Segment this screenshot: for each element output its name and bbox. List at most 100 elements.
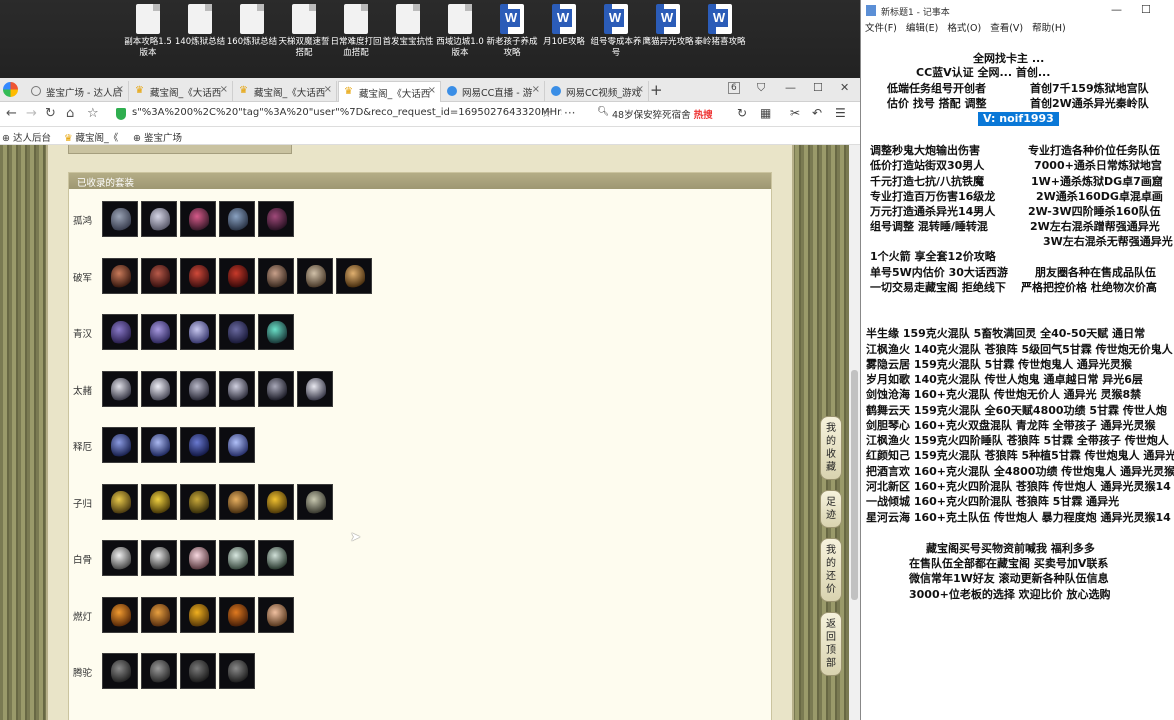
desktop-icon[interactable]: 组号零成本养号 [590, 4, 642, 59]
equipment-item-icon[interactable] [258, 483, 294, 520]
equipment-item-icon[interactable] [219, 370, 255, 407]
equipment-item-icon[interactable] [219, 596, 255, 633]
desktop-icon[interactable]: 天梯双魔速誓搭配 [278, 4, 330, 59]
equipment-item-icon[interactable] [219, 314, 255, 350]
close-tab-icon[interactable]: × [324, 84, 332, 95]
equipment-item-icon[interactable] [180, 653, 216, 689]
close-tab-icon[interactable]: × [532, 84, 540, 95]
home-icon[interactable]: ⌂ [66, 106, 74, 121]
bookmark-star-icon[interactable]: ☆ [87, 106, 99, 121]
equipment-item-icon[interactable] [180, 314, 216, 350]
desktop-icon[interactable]: 秦岭猪喜攻略 [694, 4, 746, 48]
minimize-icon[interactable]: — [785, 81, 796, 94]
equipment-item-icon[interactable] [180, 370, 216, 407]
search-box[interactable]: 🔍︎ 48岁保安猝死宿舍 热搜 [594, 105, 728, 124]
undo-icon[interactable]: ↶ [812, 106, 822, 120]
equipment-item-icon[interactable] [141, 653, 177, 689]
equipment-item-icon[interactable] [180, 201, 216, 237]
bookmark-item[interactable]: ⊕ 鉴宝广场 [133, 130, 182, 144]
desktop-icon[interactable]: 鹰猫异光攻略 [642, 4, 694, 48]
new-tab-icon[interactable]: + [650, 81, 663, 99]
maximize-icon[interactable]: ☐ [813, 81, 823, 94]
equipment-item-icon[interactable] [258, 201, 294, 237]
close-tab-icon[interactable]: × [428, 85, 436, 96]
notepad-menu-item[interactable]: 格式(O) [947, 23, 981, 34]
forward-icon[interactable]: → [26, 106, 37, 121]
browser-tab[interactable]: 鉴宝广场 - 达人后 × [26, 81, 129, 102]
refresh-tool-icon[interactable]: ↻ [737, 106, 747, 120]
notepad-menu-item[interactable]: 文件(F) [865, 23, 897, 34]
equipment-item-icon[interactable] [258, 540, 294, 576]
desktop-icon[interactable]: 月10E攻略 [538, 4, 590, 48]
equipment-item-icon[interactable] [102, 596, 138, 633]
browser-logo-icon[interactable] [3, 82, 18, 97]
scrollbar[interactable] [849, 145, 860, 720]
reload-icon[interactable]: ↻ [45, 106, 56, 121]
equipment-item-icon[interactable] [258, 596, 294, 633]
close-tab-icon[interactable]: × [636, 84, 644, 95]
equipment-item-icon[interactable] [297, 483, 333, 520]
equipment-item-icon[interactable] [102, 483, 138, 520]
maximize-icon[interactable]: ☐ [1141, 3, 1151, 16]
desktop-icon[interactable]: 140炼狱总结 [174, 4, 226, 48]
scroll-thumb[interactable] [851, 370, 858, 600]
scissors-icon[interactable]: ✂ [790, 106, 800, 120]
browser-tab[interactable]: ♛ 藏宝阁_《大话西 × [130, 81, 233, 102]
bookmark-item[interactable]: ♛ 藏宝阁_《 [64, 130, 118, 144]
equipment-item-icon[interactable] [141, 427, 177, 463]
menu-icon[interactable]: ☰ [835, 106, 846, 120]
equipment-item-icon[interactable] [141, 483, 177, 520]
equipment-item-icon[interactable] [180, 596, 216, 633]
more-icon[interactable]: ··· [564, 106, 575, 120]
equipment-item-icon[interactable] [141, 257, 177, 294]
desktop-icon[interactable]: 新老孩子养成攻略 [486, 4, 538, 59]
bookmark-item[interactable]: ⊕ 达人后台 [2, 130, 51, 144]
equipment-item-icon[interactable] [180, 483, 216, 520]
equipment-item-icon[interactable] [102, 540, 138, 576]
notepad-menu-item[interactable]: 编辑(E) [906, 23, 938, 34]
equipment-item-icon[interactable] [336, 257, 372, 294]
desktop-icon[interactable]: 日常难度打回血搭配 [330, 4, 382, 59]
notepad-text-area[interactable]: 全网找卡主 ... CC蓝V认证 全网... 首创... 低端任务组号开创者 首创7千… [861, 37, 1174, 720]
equipment-item-icon[interactable] [219, 653, 255, 689]
desktop-icon[interactable]: 副本攻略1.5版本 [122, 4, 174, 59]
close-window-icon[interactable]: ✕ [840, 81, 849, 94]
browser-tab[interactable]: ♛ 藏宝阁_《大话西 × [338, 81, 441, 102]
address-bar[interactable]: s"%3A%200%2C%20"tag"%3A%20"user"%7D&reco… [112, 105, 562, 124]
equipment-item-icon[interactable] [180, 540, 216, 576]
favorite-icon[interactable]: ☆ [541, 106, 552, 120]
desktop-icon[interactable]: 西域边城1.0版本 [434, 4, 486, 59]
equipment-item-icon[interactable] [141, 201, 177, 237]
equipment-item-icon[interactable] [180, 257, 216, 294]
equipment-item-icon[interactable] [219, 483, 255, 520]
browser-tab[interactable]: 网易CC直播 - 游 × [442, 81, 545, 102]
equipment-item-icon[interactable] [297, 257, 333, 294]
equipment-item-icon[interactable] [102, 314, 138, 350]
browser-tab[interactable]: 网易CC视频_游戏 × [546, 81, 649, 102]
desktop-icon[interactable]: 首发宝宝抗性 [382, 4, 434, 48]
equipment-item-icon[interactable] [219, 427, 255, 463]
equipment-item-icon[interactable] [141, 540, 177, 576]
close-tab-icon[interactable]: × [116, 84, 124, 95]
equipment-item-icon[interactable] [180, 427, 216, 463]
side-nav-button[interactable]: 我的还价 [820, 538, 842, 602]
equipment-item-icon[interactable] [258, 370, 294, 407]
equipment-item-icon[interactable] [141, 370, 177, 407]
equipment-item-icon[interactable] [141, 314, 177, 350]
side-nav-button[interactable]: 足迹 [820, 490, 842, 528]
minimize-icon[interactable]: — [1111, 3, 1122, 16]
notepad-menu-item[interactable]: 帮助(H) [1032, 23, 1066, 34]
desktop-icon[interactable]: 160炼狱总结 [226, 4, 278, 48]
apps-grid-icon[interactable]: ▦ [760, 106, 771, 120]
equipment-item-icon[interactable] [141, 596, 177, 633]
equipment-item-icon[interactable] [102, 427, 138, 463]
skin-icon[interactable]: ⛉ [757, 81, 765, 95]
equipment-item-icon[interactable] [297, 370, 333, 407]
browser-tab[interactable]: ♛ 藏宝阁_《大话西 × [234, 81, 337, 102]
equipment-item-icon[interactable] [102, 201, 138, 237]
equipment-item-icon[interactable] [102, 257, 138, 294]
side-nav-button[interactable]: 返回顶部 [820, 612, 842, 676]
equipment-item-icon[interactable] [258, 257, 294, 294]
equipment-item-icon[interactable] [102, 653, 138, 689]
equipment-item-icon[interactable] [219, 257, 255, 294]
